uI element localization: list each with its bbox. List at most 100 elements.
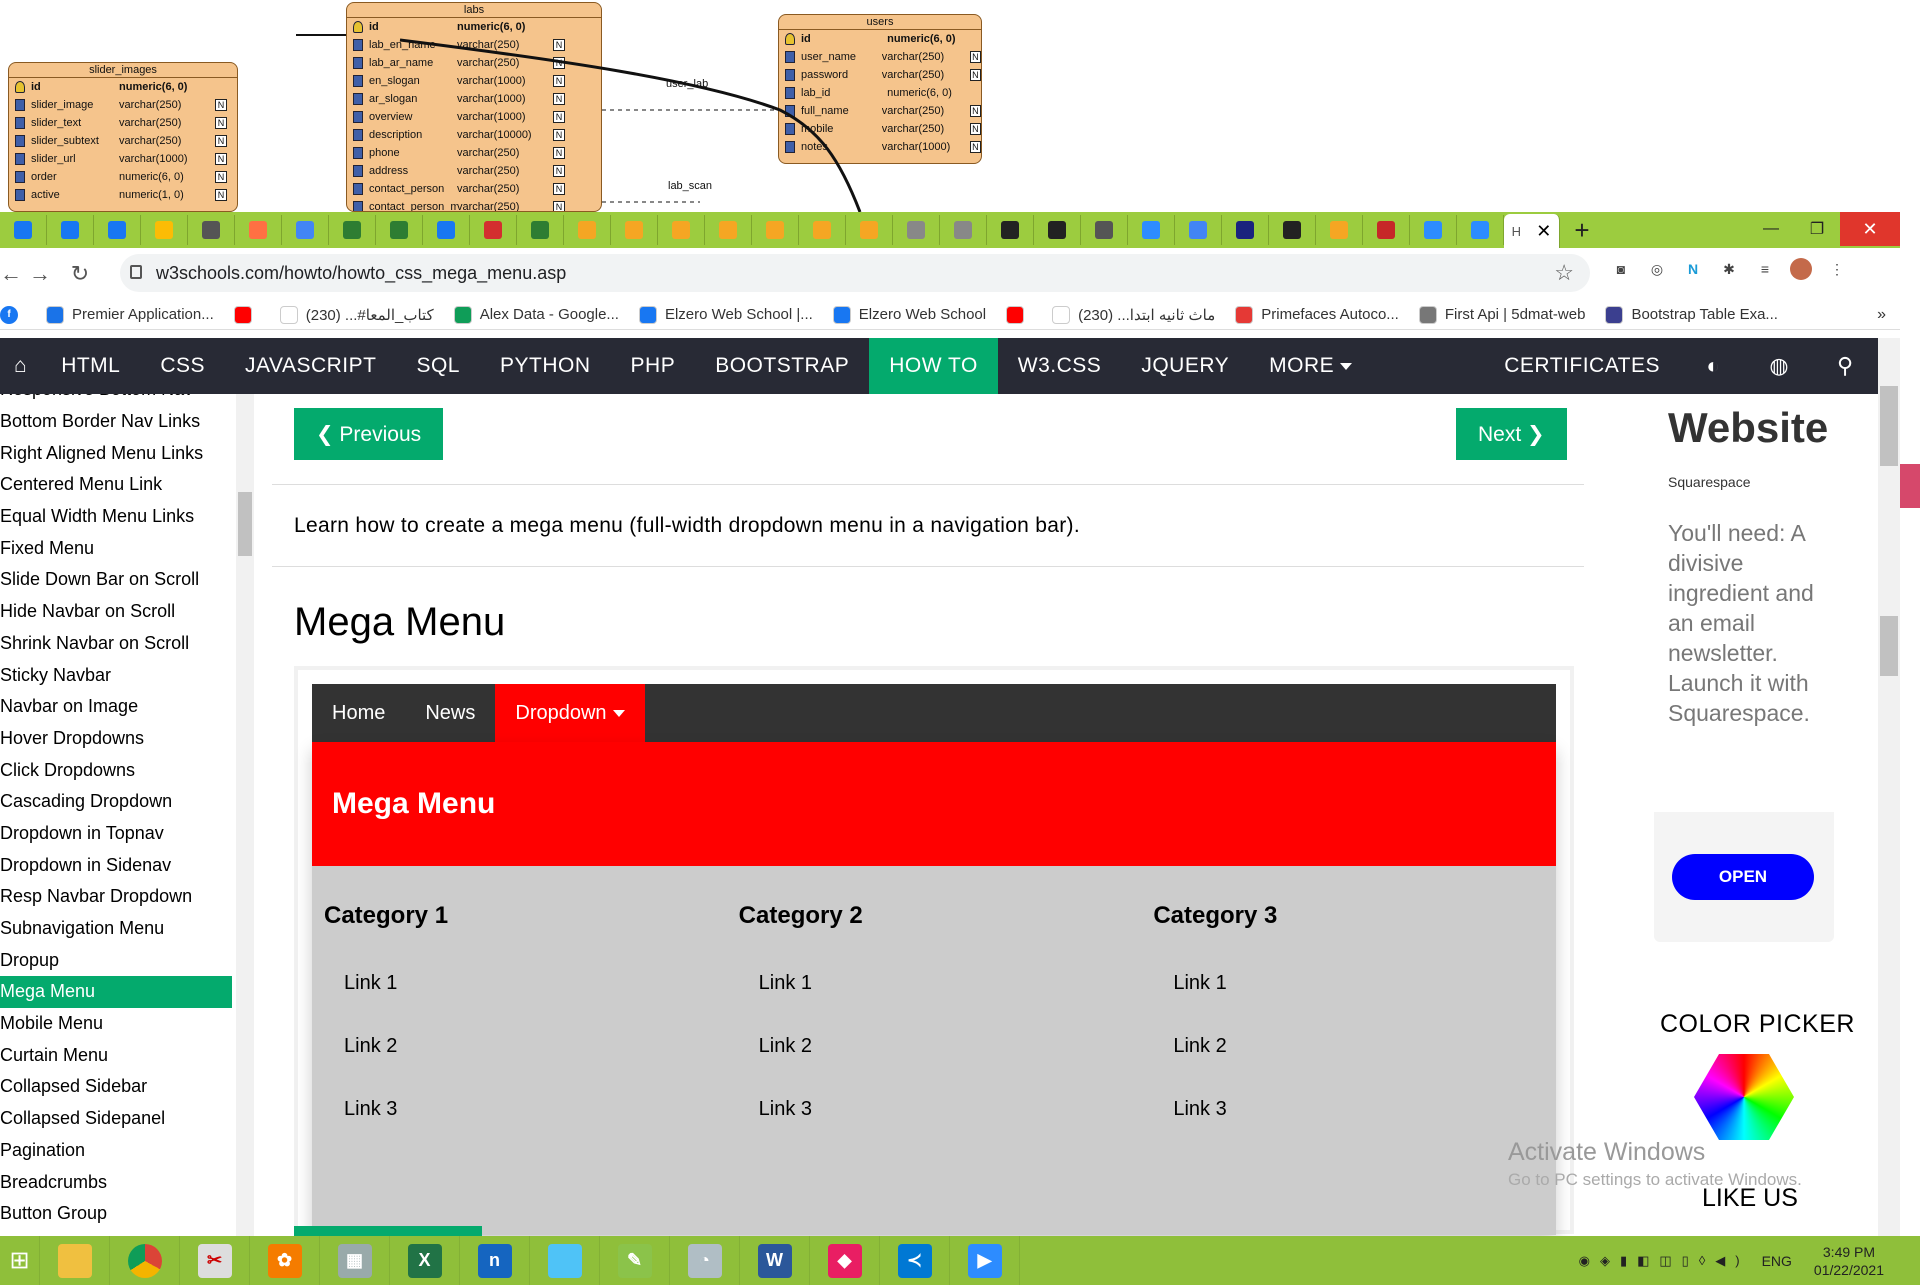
browser-tab[interactable]: [470, 215, 517, 245]
avatar[interactable]: [1790, 258, 1812, 280]
bookmark-item[interactable]: Elzero Web School |...: [638, 305, 813, 324]
browser-tab[interactable]: [141, 215, 188, 245]
xampp-icon[interactable]: ✿: [250, 1236, 320, 1285]
file-explorer-icon[interactable]: [40, 1236, 110, 1285]
browser-tab[interactable]: [1363, 215, 1410, 245]
chrome-icon[interactable]: [110, 1236, 180, 1285]
browser-tab[interactable]: [235, 215, 282, 245]
bookmark-item[interactable]: Premier Application...: [46, 305, 214, 324]
snipping-tool-icon[interactable]: ✂: [180, 1236, 250, 1285]
sidebar-item[interactable]: Navbar on Image: [0, 691, 232, 723]
topnav-item[interactable]: BOOTSTRAP: [695, 338, 869, 394]
bookmark-item[interactable]: Alex Data - Google...: [453, 305, 619, 324]
active-tab[interactable]: H ✕: [1504, 214, 1560, 248]
browser-tab[interactable]: [1316, 215, 1363, 245]
demo-nav-dropdown[interactable]: Dropdown: [495, 684, 645, 742]
start-icon[interactable]: ⊞: [0, 1236, 40, 1285]
browser-tab[interactable]: [799, 215, 846, 245]
sidebar-item[interactable]: Mobile Menu: [0, 1008, 232, 1040]
close-window-icon[interactable]: ✕: [1840, 212, 1900, 246]
browser-tab[interactable]: [47, 215, 94, 245]
sidebar-item[interactable]: Sticky Navbar: [0, 659, 232, 691]
n-app-icon[interactable]: n: [460, 1236, 530, 1285]
browser-tab[interactable]: [1034, 215, 1081, 245]
mega-link[interactable]: Link 2: [739, 1015, 1142, 1078]
forward-icon[interactable]: →: [20, 261, 60, 287]
language-indicator[interactable]: ENG: [1762, 1253, 1792, 1269]
bookmark-item[interactable]: [233, 305, 260, 324]
zoom-icon[interactable]: ▶: [950, 1236, 1020, 1285]
sidebar-item[interactable]: Hover Dropdowns: [0, 723, 232, 755]
topnav-item[interactable]: CSS: [140, 338, 225, 394]
tool-icon[interactable]: ◆: [810, 1236, 880, 1285]
browser-tab[interactable]: [893, 215, 940, 245]
bookmark-star-icon[interactable]: ☆: [1554, 260, 1574, 286]
browser-tab[interactable]: [282, 215, 329, 245]
browser-tab[interactable]: [564, 215, 611, 245]
sidebar-item[interactable]: Curtain Menu: [0, 1039, 232, 1071]
menu-icon[interactable]: ⋮: [1826, 258, 1848, 280]
demo-nav-home[interactable]: Home: [312, 684, 405, 742]
topnav-item[interactable]: SQL: [396, 338, 480, 394]
extension-icon[interactable]: ◎: [1646, 258, 1668, 280]
vscode-icon[interactable]: ≺: [880, 1236, 950, 1285]
page-scrollbar[interactable]: [1878, 338, 1900, 1236]
browser-tab[interactable]: [517, 215, 564, 245]
browser-tab[interactable]: [1457, 215, 1504, 245]
sidebar-item[interactable]: Fixed Menu: [0, 532, 232, 564]
next-button[interactable]: Next ❯: [1456, 408, 1567, 460]
sidebar-item[interactable]: Responsive Bottom Nav: [0, 394, 232, 406]
calculator-icon[interactable]: ▦: [320, 1236, 390, 1285]
demo-nav-news[interactable]: News: [405, 684, 495, 742]
sidebar-item[interactable]: Button Group: [0, 1198, 232, 1230]
mega-link[interactable]: Link 1: [1153, 952, 1556, 1015]
mega-link[interactable]: Link 2: [324, 1015, 727, 1078]
page-scroll-thumb-2[interactable]: [1880, 616, 1898, 676]
page-scroll-thumb[interactable]: [1880, 386, 1898, 466]
topnav-item[interactable]: PHP: [611, 338, 696, 394]
sidebar-item[interactable]: Cascading Dropdown: [0, 786, 232, 818]
mega-link[interactable]: Link 3: [324, 1078, 727, 1141]
word-icon[interactable]: W: [740, 1236, 810, 1285]
browser-tab[interactable]: [1128, 215, 1175, 245]
sidebar-item[interactable]: Pagination: [0, 1135, 232, 1167]
search-icon[interactable]: ⚲: [1812, 353, 1878, 379]
browser-tab[interactable]: [1222, 215, 1269, 245]
sidebar-item[interactable]: Centered Menu Link: [0, 469, 232, 501]
mega-link[interactable]: Link 1: [324, 952, 727, 1015]
mega-link[interactable]: Link 2: [1153, 1015, 1556, 1078]
sidebar-scroll-thumb[interactable]: [238, 492, 252, 556]
next-section-button[interactable]: [294, 1226, 482, 1236]
notion-extension-icon[interactable]: N: [1682, 258, 1704, 280]
browser-tab[interactable]: [752, 215, 799, 245]
browser-tab[interactable]: [611, 215, 658, 245]
paint-icon[interactable]: ◔: [670, 1236, 740, 1285]
bookmark-item[interactable]: [1006, 305, 1032, 324]
browser-tab[interactable]: [1175, 215, 1222, 245]
browser-tab[interactable]: [1269, 215, 1316, 245]
close-tab-icon[interactable]: ✕: [1536, 221, 1551, 242]
new-tab-button[interactable]: +: [1560, 215, 1604, 246]
theme-toggle-icon[interactable]: ◐: [1680, 353, 1746, 379]
previous-button[interactable]: ❮ Previous: [294, 408, 444, 460]
sidebar-item[interactable]: Breadcrumbs: [0, 1166, 232, 1198]
browser-tab[interactable]: [188, 215, 235, 245]
sidebar-item[interactable]: Slide Down Bar on Scroll: [0, 564, 232, 596]
sidebar-item[interactable]: Equal Width Menu Links: [0, 501, 232, 533]
sidebar-item[interactable]: Dropdown in Sidenav: [0, 849, 232, 881]
mega-link[interactable]: Link 3: [739, 1078, 1142, 1141]
topnav-item[interactable]: JQUERY: [1121, 338, 1249, 394]
mega-link[interactable]: Link 3: [1153, 1078, 1556, 1141]
bookmark-item[interactable]: ماث ثانيه ابتدا... (230): [1052, 305, 1215, 324]
reload-icon[interactable]: ↻: [60, 261, 100, 287]
sidebar-item[interactable]: Right Aligned Menu Links: [0, 437, 232, 469]
more-bookmarks-icon[interactable]: »: [1877, 306, 1886, 324]
bookmark-item[interactable]: Bootstrap Table Exa...: [1605, 305, 1778, 324]
browser-tab[interactable]: [0, 215, 47, 245]
topnav-item[interactable]: PYTHON: [480, 338, 611, 394]
bookmark-item[interactable]: كتاب_المعا#... (230): [279, 305, 434, 324]
browser-tab[interactable]: [658, 215, 705, 245]
browser-tab[interactable]: [329, 215, 376, 245]
mega-link[interactable]: Link 1: [739, 952, 1142, 1015]
topnav-item[interactable]: HTML: [41, 338, 140, 394]
